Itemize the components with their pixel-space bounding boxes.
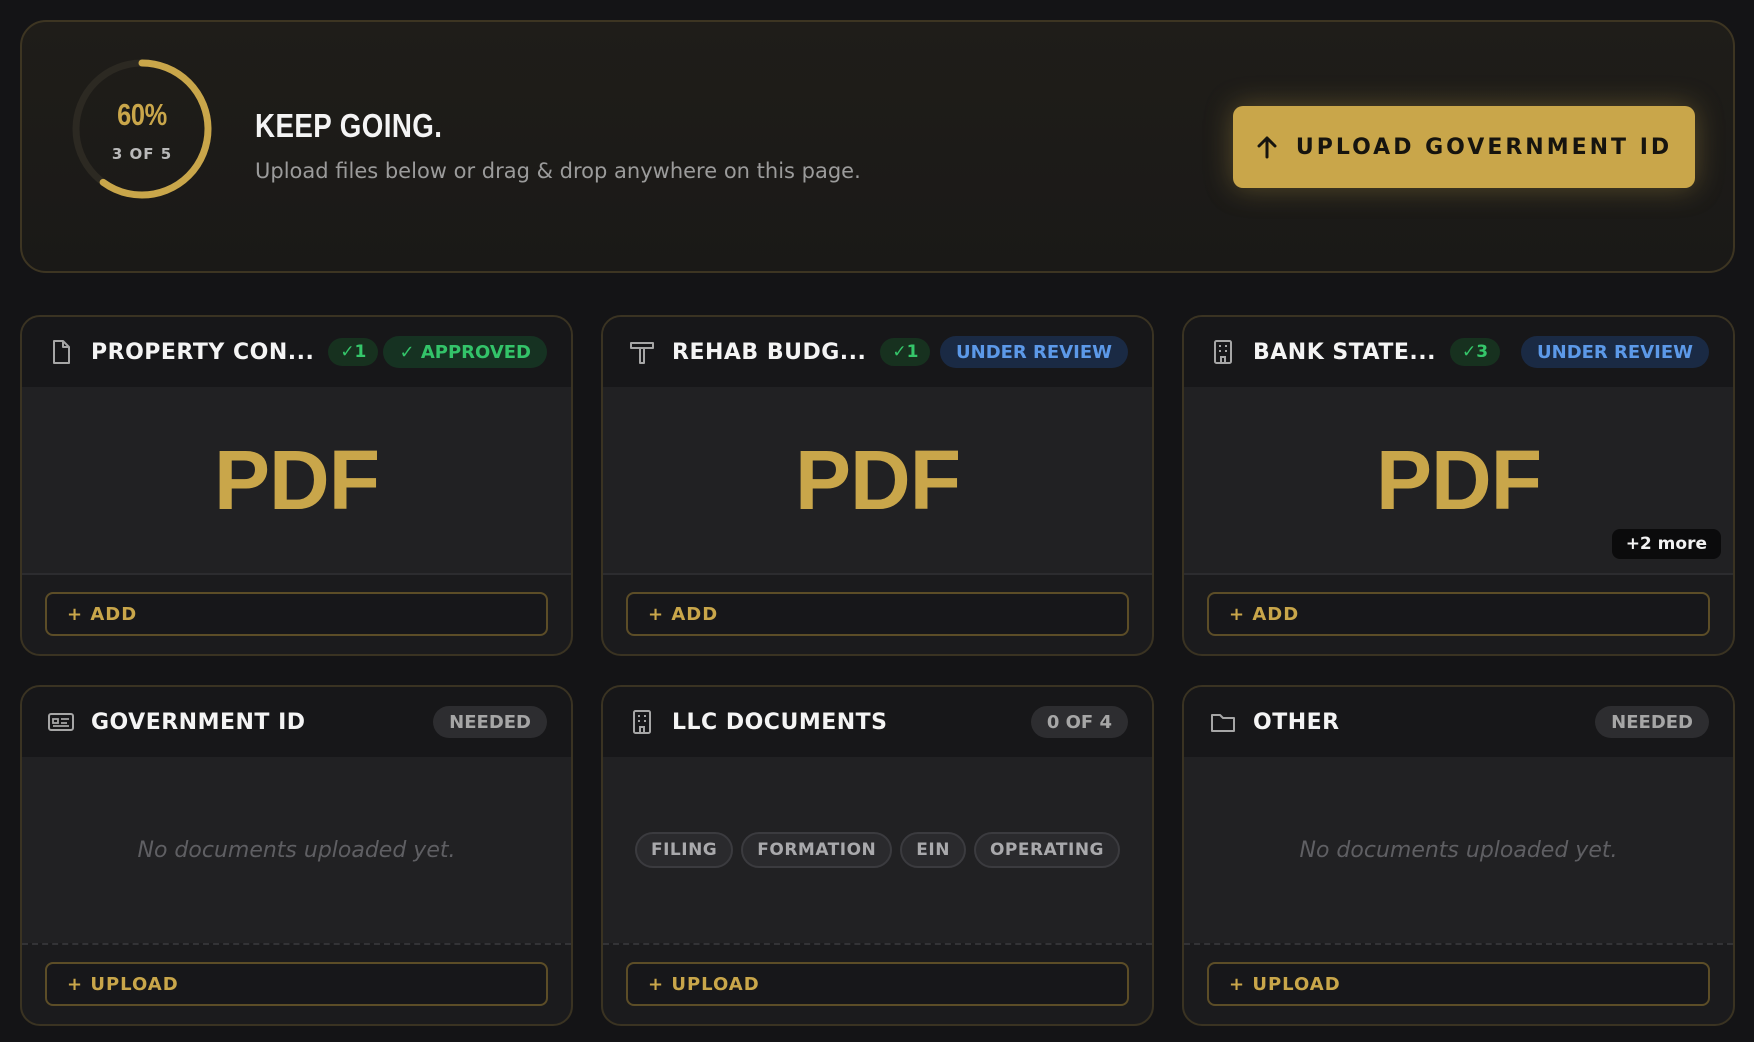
progress-ring: 60% 3 OF 5: [70, 57, 214, 201]
card-other: OTHER NEEDED No documents uploaded yet. …: [1182, 685, 1735, 1026]
add-document-label: + ADD: [1229, 603, 1300, 625]
hero-subtitle: Upload files below or drag & drop anywhe…: [255, 159, 861, 183]
add-document-button[interactable]: + ADD: [1207, 592, 1710, 636]
card-title: GOVERNMENT ID: [91, 709, 306, 735]
card-rehab-budget: REHAB BUDG... ✓1 UNDER REVIEW PDF + ADD: [601, 315, 1154, 656]
status-badge: UNDER REVIEW: [940, 336, 1128, 368]
card-property-contract: PROPERTY CON... ✓1 ✓ APPROVED PDF + ADD: [20, 315, 573, 656]
file-icon: [53, 340, 70, 364]
add-document-label: + ADD: [648, 603, 719, 625]
building-icon: [1214, 340, 1232, 364]
empty-state-text: No documents uploaded yet.: [137, 837, 456, 863]
card-title: BANK STATE...: [1253, 339, 1436, 365]
pdf-thumbnail: PDF: [214, 432, 380, 527]
card-title: REHAB BUDG...: [672, 339, 867, 365]
card-footer: + UPLOAD: [22, 943, 571, 1024]
status-badge: 0 OF 4: [1030, 706, 1128, 738]
chip-formation: FORMATION: [741, 832, 893, 868]
document-preview[interactable]: PDF: [603, 387, 1152, 573]
chip-operating: OPERATING: [973, 832, 1121, 868]
card-llc-documents: LLC DOCUMENTS 0 OF 4 FILING FORMATION EI…: [601, 685, 1154, 1026]
upload-document-label: + UPLOAD: [648, 973, 760, 995]
approved-count-badge: ✓3: [1449, 338, 1501, 366]
upload-document-label: + UPLOAD: [67, 973, 179, 995]
chip-filing: FILING: [634, 832, 734, 868]
card-header: REHAB BUDG... ✓1 UNDER REVIEW: [603, 317, 1152, 387]
pdf-thumbnail: PDF: [795, 432, 961, 527]
card-header: GOVERNMENT ID NEEDED: [22, 687, 571, 757]
status-badge: UNDER REVIEW: [1521, 336, 1709, 368]
card-header: LLC DOCUMENTS 0 OF 4: [603, 687, 1152, 757]
status-badge: ✓ APPROVED: [383, 336, 547, 368]
upload-document-button[interactable]: + UPLOAD: [626, 962, 1129, 1006]
upload-document-button[interactable]: + UPLOAD: [1207, 962, 1710, 1006]
card-title: LLC DOCUMENTS: [672, 709, 888, 735]
status-badge: NEEDED: [433, 706, 547, 738]
card-footer: + ADD: [22, 573, 571, 654]
arrow-up-icon: [1257, 136, 1277, 159]
building-icon: [633, 710, 651, 734]
card-footer: + ADD: [1184, 573, 1733, 654]
card-header: OTHER NEEDED: [1184, 687, 1733, 757]
upload-document-button[interactable]: + UPLOAD: [45, 962, 548, 1006]
empty-state-text: No documents uploaded yet.: [1299, 837, 1618, 863]
upload-government-id-button[interactable]: UPLOAD GOVERNMENT ID: [1233, 106, 1695, 188]
card-header: BANK STATE... ✓3 UNDER REVIEW: [1184, 317, 1733, 387]
empty-drop-area[interactable]: No documents uploaded yet.: [1184, 757, 1733, 943]
status-badge: NEEDED: [1595, 706, 1709, 738]
document-preview[interactable]: PDF: [22, 387, 571, 573]
upload-government-id-label: UPLOAD GOVERNMENT ID: [1295, 134, 1673, 160]
add-document-button[interactable]: + ADD: [626, 592, 1129, 636]
card-footer: + UPLOAD: [1184, 943, 1733, 1024]
card-footer: + ADD: [603, 573, 1152, 654]
card-title: OTHER: [1253, 709, 1340, 735]
upload-document-label: + UPLOAD: [1229, 973, 1341, 995]
id-card-icon: [48, 713, 74, 731]
hero-title: KEEP GOING.: [255, 107, 443, 144]
document-preview[interactable]: PDF +2 more: [1184, 387, 1733, 573]
folder-icon: [1211, 714, 1235, 732]
card-government-id: GOVERNMENT ID NEEDED No documents upload…: [20, 685, 573, 1026]
progress-percent: 60%: [117, 97, 167, 132]
card-bank-statements: BANK STATE... ✓3 UNDER REVIEW PDF +2 mor…: [1182, 315, 1735, 656]
pdf-thumbnail: PDF: [1376, 432, 1542, 527]
progress-count: 3 OF 5: [111, 145, 173, 163]
card-header: PROPERTY CON... ✓1 ✓ APPROVED: [22, 317, 571, 387]
required-documents-area: FILING FORMATION EIN OPERATING: [603, 757, 1152, 943]
approved-count-badge: ✓1: [328, 338, 379, 366]
card-footer: + UPLOAD: [603, 943, 1152, 1024]
progress-banner: 60% 3 OF 5 KEEP GOING. Upload files belo…: [20, 20, 1735, 273]
add-document-label: + ADD: [67, 603, 138, 625]
empty-drop-area[interactable]: No documents uploaded yet.: [22, 757, 571, 943]
more-documents-tag[interactable]: +2 more: [1611, 529, 1721, 559]
add-document-button[interactable]: + ADD: [45, 592, 548, 636]
required-document-chips: FILING FORMATION EIN OPERATING: [634, 832, 1121, 868]
hammer-icon: [630, 342, 654, 364]
approved-count-badge: ✓1: [880, 338, 931, 366]
card-title: PROPERTY CON...: [91, 339, 315, 365]
chip-ein: EIN: [900, 832, 966, 868]
